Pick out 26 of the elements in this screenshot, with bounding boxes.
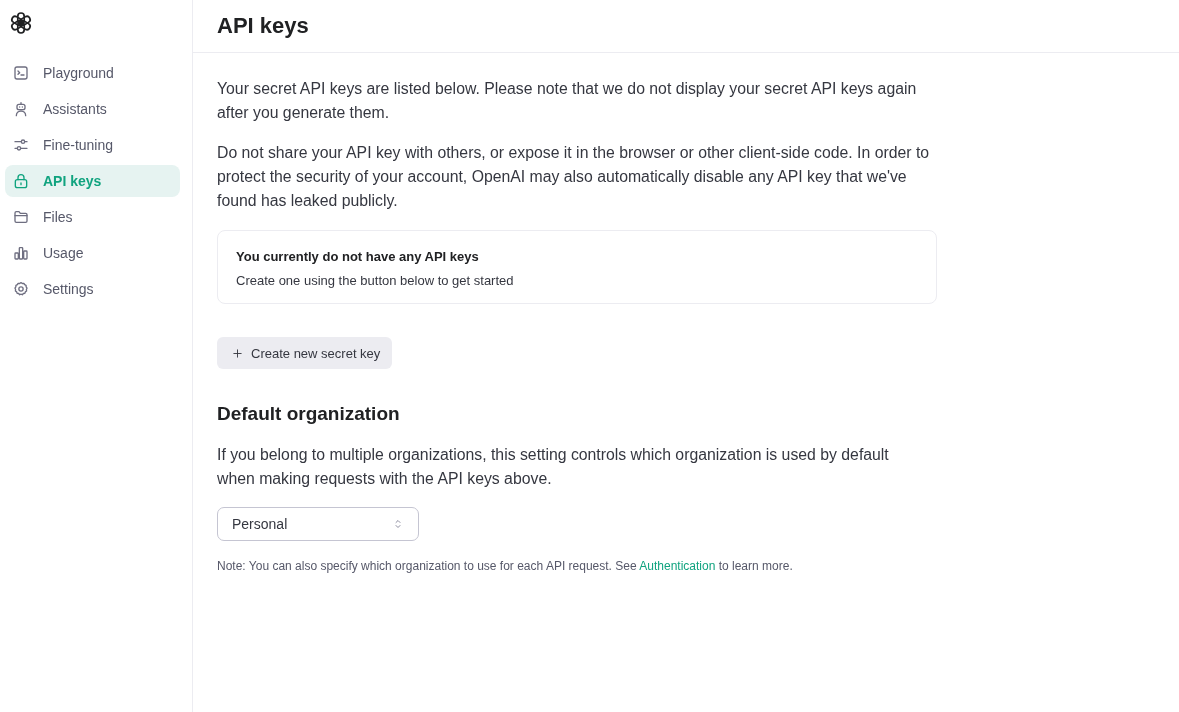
plus-icon: [232, 347, 243, 359]
create-key-button[interactable]: Create new secret key: [217, 337, 393, 369]
sidebar-item[interactable]: Files: [5, 201, 180, 233]
sliders-icon: [13, 137, 29, 153]
sidebar-item[interactable]: Assistants: [5, 93, 180, 125]
sidebar-item[interactable]: Settings: [5, 273, 180, 305]
flower-logo-icon: [9, 11, 33, 35]
empty-state-title: You currently do not have any API keys: [236, 248, 480, 266]
page-title: API keys: [217, 12, 309, 40]
empty-state-text: Create one using the button below to get started: [236, 272, 515, 290]
chevron-up-down-icon: [392, 518, 404, 530]
sidebar-item[interactable]: Usage: [5, 237, 180, 269]
organization-select[interactable]: Personal: [217, 507, 419, 541]
intro-paragraph: Your secret API keys are listed below. Please note that we do not display your secret API keys again after you generate them.: [217, 79, 918, 123]
lock-icon: [13, 173, 29, 189]
sidebar-item[interactable]: Fine-tuning: [5, 129, 180, 161]
bar-chart-icon: [13, 245, 29, 261]
intro-paragraph: Do not share your API key with others, or expose it in the browser or other client-side code. In order to protect the security of your account, OpenAI may also automatically disable any API key that we've found has leaked publicly.: [217, 143, 931, 211]
terminal-icon: [13, 65, 29, 81]
note-text: Note: You can also specify which organization to use for each API request. See Authentication to learn more.: [217, 558, 794, 574]
robot-icon: [13, 101, 29, 117]
section-paragraph: If you belong to multiple organizations, this setting controls which organization is used by default when making requests with the API keys above.: [217, 445, 890, 489]
section-heading: Default organization: [217, 402, 401, 426]
settings-icon: [13, 281, 29, 297]
folder-icon: [13, 209, 29, 225]
sidebar-item[interactable]: Playground: [5, 57, 180, 89]
